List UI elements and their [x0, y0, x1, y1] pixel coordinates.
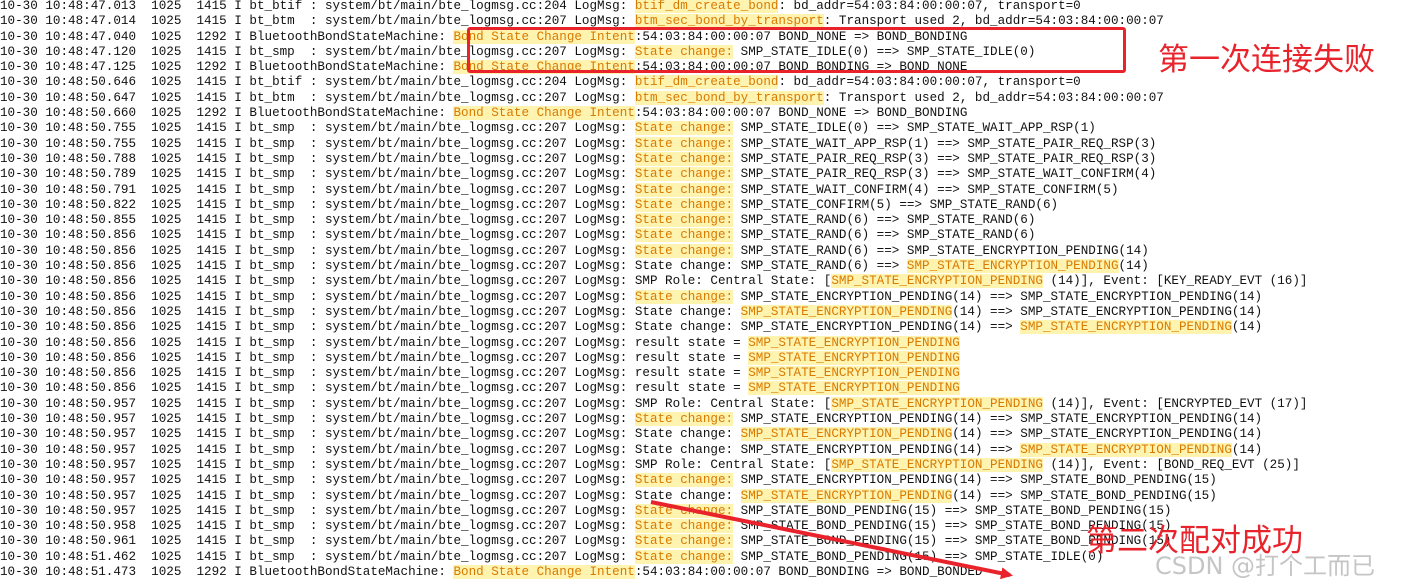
watermark-text: CSDN @打个工而已 — [1155, 552, 1376, 580]
annotation-arrow — [650, 500, 1013, 580]
annotation-arrow-layer — [650, 500, 1013, 580]
first-fail-annotation: 第一次连接失败 — [1158, 42, 1375, 78]
